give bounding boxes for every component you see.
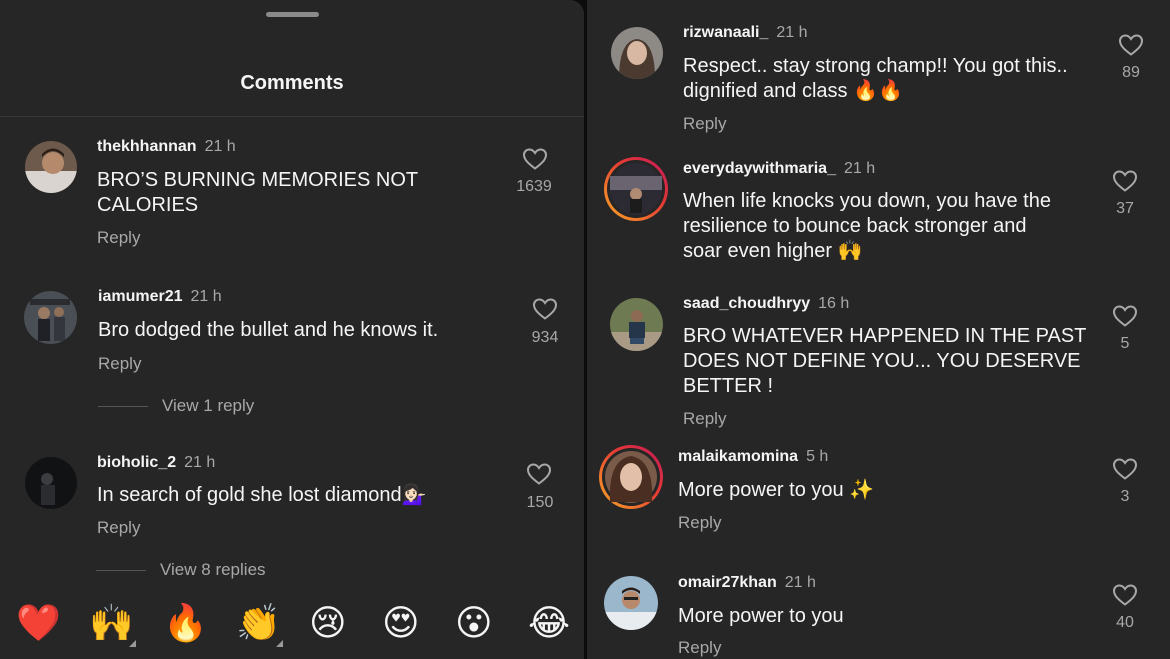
like-count: 37 [1116, 200, 1134, 217]
reply-thread-line [96, 570, 146, 572]
comment-text: BRO WHATEVER HAPPENED IN THE PAST DOES N… [683, 324, 1086, 399]
drag-handle[interactable] [266, 12, 319, 17]
comment-text: BRO’S BURNING MEMORIES NOT CALORIES [97, 168, 418, 218]
reply-button[interactable]: Reply [678, 638, 721, 658]
like-count: 934 [531, 329, 559, 346]
like-count: 5 [1120, 335, 1130, 352]
comment-username[interactable]: saad_choudhryy [683, 295, 810, 312]
heart-emoji-button[interactable]: ❤️ [16, 602, 61, 646]
like-heart-icon[interactable] [1112, 583, 1138, 607]
skin-tone-indicator [129, 640, 136, 647]
comment-text: Respect.. stay strong champ!! You got th… [683, 54, 1068, 104]
comment-time: 21 h [776, 24, 808, 41]
comment-username[interactable]: rizwanaali_ [683, 24, 768, 41]
reply-button[interactable]: Reply [98, 354, 141, 374]
reply-button[interactable]: Reply [678, 513, 721, 533]
avatar[interactable] [610, 298, 663, 351]
comment-text: Bro dodged the bullet and he knows it. [98, 318, 438, 343]
story-ring-avatar[interactable] [603, 156, 669, 222]
reply-button[interactable]: Reply [683, 409, 726, 429]
comment-time: 16 h [818, 295, 850, 312]
comment-username[interactable]: thekhhannan [97, 138, 197, 155]
like-heart-icon[interactable] [1112, 457, 1138, 481]
comment-text-line: When life knocks you down, you have the [683, 190, 1051, 212]
view-replies-button[interactable]: View 1 reply [98, 396, 254, 416]
comment-text: More power to you [678, 604, 844, 629]
comment-text-line: BRO’S BURNING MEMORIES NOT [97, 169, 419, 191]
emoji-reaction-bar: ❤️ 🙌 🔥 👏 😢 😍 😮 😂 [0, 596, 584, 659]
comment-text-line: DOES NOT DEFINE YOU... YOU DESERVE [683, 350, 1081, 372]
comment-text-line: More power to you ✨ [678, 479, 875, 501]
comment-text-line: resilience to bounce back stronger and [683, 215, 1027, 237]
comment-text-line: More power to you [678, 605, 844, 627]
avatar[interactable] [604, 576, 658, 630]
surprised-face-emoji-button[interactable]: 😮 [455, 602, 493, 646]
comment-time: 21 h [784, 574, 816, 591]
comment-text: When life knocks you down, you have the … [683, 189, 1051, 264]
comment-text-line: BETTER ! [683, 375, 774, 397]
heart-eyes-emoji-button[interactable]: 😍 [382, 602, 420, 646]
like-heart-icon[interactable] [1112, 304, 1138, 328]
like-count: 3 [1120, 488, 1130, 505]
like-count: 1639 [516, 178, 552, 195]
comments-sheet-right: rizwanaali_ 21 h Respect.. stay strong ch… [587, 0, 1170, 659]
comment-username[interactable]: malaikamomina [678, 448, 798, 465]
like-count: 40 [1116, 614, 1134, 631]
raised-hands-emoji-button[interactable]: 🙌 [89, 602, 134, 646]
reply-button[interactable]: Reply [683, 114, 726, 134]
like-count: 89 [1122, 64, 1140, 81]
avatar[interactable] [25, 141, 77, 193]
comment-username[interactable]: bioholic_2 [97, 454, 176, 471]
view-replies-button[interactable]: View 8 replies [96, 560, 266, 580]
comment-time: 21 h [190, 288, 222, 305]
tears-of-joy-emoji-button[interactable]: 😂 [528, 602, 570, 646]
like-heart-icon[interactable] [532, 297, 558, 321]
comment-text-line: soar even higher 🙌 [683, 240, 863, 262]
comment-time: 21 h [204, 138, 236, 155]
comment-username[interactable]: iamumer21 [98, 288, 183, 305]
comment-text-line: In search of gold she lost diamond💁🏻‍♀️ [97, 484, 427, 506]
comment-text-line: dignified and class 🔥🔥 [683, 80, 903, 102]
header-divider [0, 116, 584, 117]
view-replies-label: View 1 reply [162, 396, 255, 415]
comment-text-line: BRO WHATEVER HAPPENED IN THE PAST [683, 325, 1087, 347]
like-count: 150 [526, 494, 554, 511]
skin-tone-indicator [276, 640, 283, 647]
comment-text-line: Bro dodged the bullet and he knows it. [98, 319, 439, 341]
fire-emoji-button[interactable]: 🔥 [163, 602, 208, 646]
reply-button[interactable]: Reply [97, 228, 140, 248]
like-heart-icon[interactable] [1112, 169, 1138, 193]
comment-text-line: CALORIES [97, 194, 199, 216]
like-heart-icon[interactable] [522, 147, 548, 171]
comment-text: More power to you ✨ [678, 478, 874, 503]
clapping-hands-emoji-button[interactable]: 👏 [236, 602, 281, 646]
reply-thread-line [98, 406, 148, 408]
like-heart-icon[interactable] [1118, 33, 1144, 57]
comment-username[interactable]: omair27khan [678, 574, 777, 591]
avatar[interactable] [24, 291, 77, 344]
comments-sheet-left: Comments thekhhannan 21 h BRO’S BURNING M… [0, 0, 584, 659]
comment-time: 5 h [806, 448, 829, 465]
story-ring-avatar[interactable] [598, 444, 664, 510]
comment-text-line: Respect.. stay strong champ!! You got th… [683, 55, 1068, 77]
avatar[interactable] [611, 27, 663, 79]
comment-time: 21 h [184, 454, 216, 471]
comment-time: 21 h [843, 160, 876, 177]
view-replies-label: View 8 replies [160, 560, 266, 579]
avatar[interactable] [25, 457, 77, 509]
reply-button[interactable]: Reply [97, 518, 140, 538]
comments-title: Comments [240, 72, 344, 94]
comment-username[interactable]: everydaywithmaria_ [683, 160, 836, 177]
like-heart-icon[interactable] [526, 462, 552, 486]
crying-face-emoji-button[interactable]: 😢 [309, 602, 347, 646]
comment-text: In search of gold she lost diamond💁🏻‍♀️ [97, 483, 427, 508]
